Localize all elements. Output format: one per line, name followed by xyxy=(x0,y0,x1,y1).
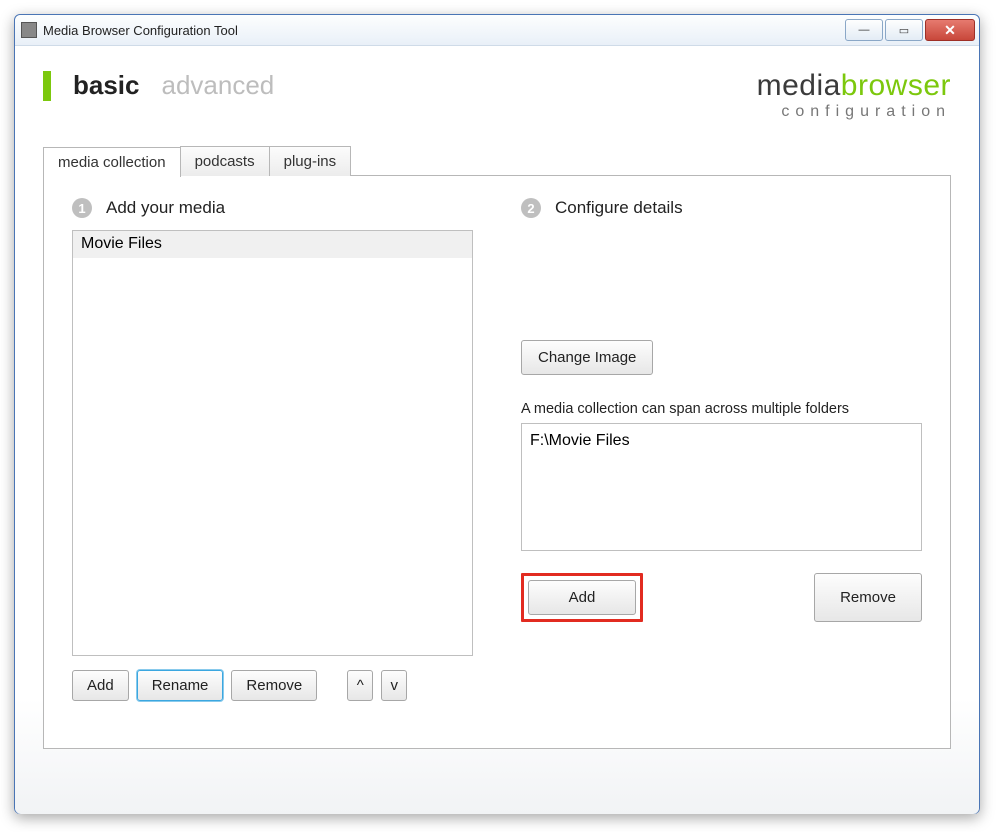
tab-podcasts[interactable]: podcasts xyxy=(180,146,270,176)
list-item[interactable]: Movie Files xyxy=(73,231,472,258)
media-list[interactable]: Movie Files xyxy=(72,230,473,656)
step2-badge: 2 xyxy=(521,198,541,218)
folder-remove-button[interactable]: Remove xyxy=(814,573,922,622)
close-icon: ✕ xyxy=(944,22,956,39)
highlight-add: Add xyxy=(521,573,643,622)
left-column: 1 Add your media Movie Files Add Rename … xyxy=(72,196,473,724)
move-up-button[interactable]: ^ xyxy=(347,670,373,701)
titlebar[interactable]: Media Browser Configuration Tool — ▭ ✕ xyxy=(15,15,979,46)
minimize-icon: — xyxy=(859,24,870,36)
mode-advanced[interactable]: advanced xyxy=(162,70,275,101)
step2-title: Configure details xyxy=(555,198,683,218)
right-column: 2 Configure details Change Image A media… xyxy=(521,196,922,724)
move-down-button[interactable]: v xyxy=(381,670,407,701)
minimize-button[interactable]: — xyxy=(845,19,883,41)
list-item[interactable]: F:\Movie Files xyxy=(530,430,913,452)
accent-bar xyxy=(43,71,51,101)
tab-media-collection[interactable]: media collection xyxy=(43,147,181,177)
brand-part1: media xyxy=(757,69,841,102)
brand-part2: browser xyxy=(841,69,951,102)
folders-hint: A media collection can span across multi… xyxy=(521,401,922,417)
app-icon xyxy=(21,22,37,38)
step1-badge: 1 xyxy=(72,198,92,218)
change-image-button[interactable]: Change Image xyxy=(521,340,653,375)
close-button[interactable]: ✕ xyxy=(925,19,975,41)
tab-panel-media-collection: 1 Add your media Movie Files Add Rename … xyxy=(43,175,951,749)
app-window: Media Browser Configuration Tool — ▭ ✕ b… xyxy=(14,14,980,814)
media-rename-button[interactable]: Rename xyxy=(137,670,224,701)
brand-logo: mediabrowser configuration xyxy=(757,70,951,120)
media-add-button[interactable]: Add xyxy=(72,670,129,701)
maximize-icon: ▭ xyxy=(899,24,909,37)
tabstrip: media collection podcasts plug-ins xyxy=(43,146,951,176)
folders-list[interactable]: F:\Movie Files xyxy=(521,423,922,551)
maximize-button[interactable]: ▭ xyxy=(885,19,923,41)
step1-title: Add your media xyxy=(106,198,225,218)
tab-plugins[interactable]: plug-ins xyxy=(269,146,352,176)
mode-basic[interactable]: basic xyxy=(73,70,140,101)
folder-add-button[interactable]: Add xyxy=(528,580,636,615)
media-remove-button[interactable]: Remove xyxy=(231,670,317,701)
window-title: Media Browser Configuration Tool xyxy=(43,23,845,38)
brand-sub: configuration xyxy=(757,104,951,121)
